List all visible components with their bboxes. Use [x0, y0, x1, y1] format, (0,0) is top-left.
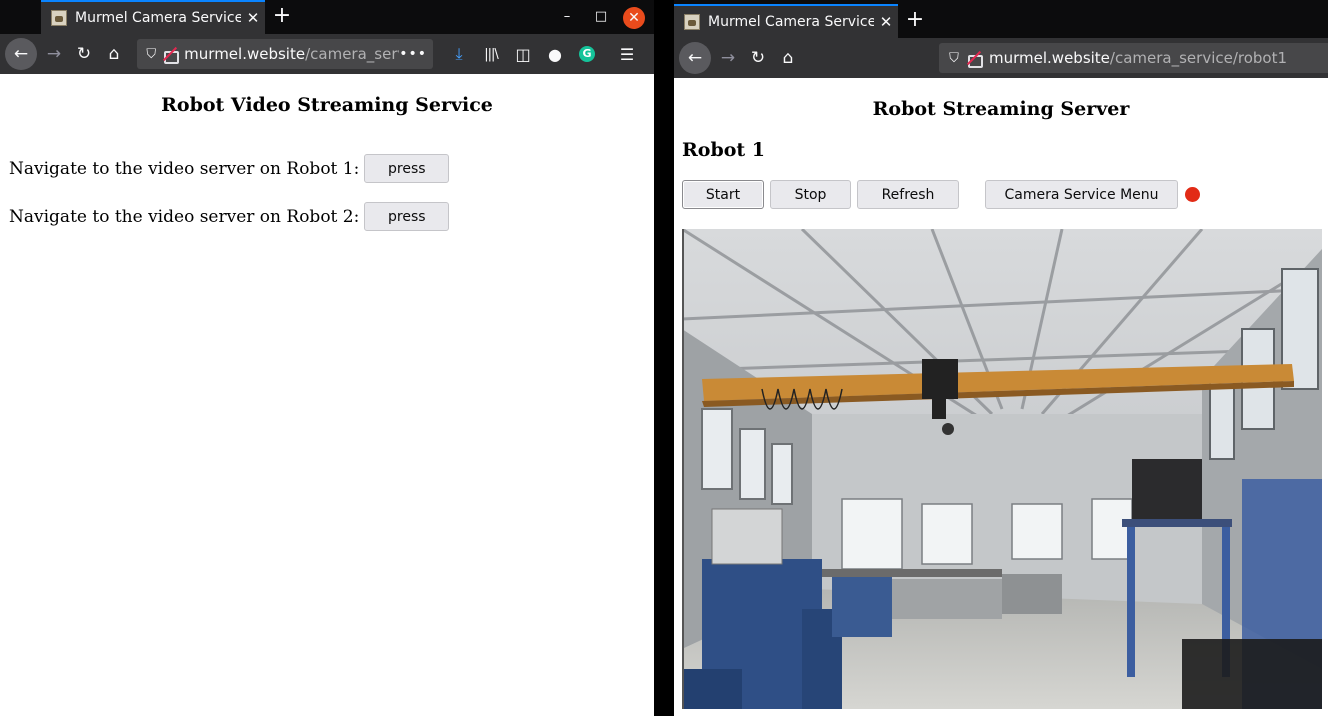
robot-1-link-label: Navigate to the video server on Robot 1:	[9, 158, 360, 179]
page-title: Robot Video Streaming Service	[161, 94, 493, 116]
new-tab-button[interactable]: +	[902, 8, 928, 34]
robot-heading: Robot 1	[682, 139, 766, 161]
back-arrow-icon[interactable]: ←	[679, 42, 711, 74]
stream-controls: Start Stop Refresh Camera Service Menu	[682, 180, 1200, 209]
close-tab-icon[interactable]: ✕	[874, 13, 898, 31]
reload-icon[interactable]: ↻	[743, 43, 773, 73]
download-icon[interactable]: ⤓	[443, 38, 475, 70]
robot-2-link-row: Navigate to the video server on Robot 2:…	[9, 202, 450, 231]
page-content: Robot Video Streaming Service Navigate t…	[0, 74, 654, 716]
close-tab-icon[interactable]: ✕	[241, 9, 265, 27]
tracking-shield-icon[interactable]: ⛉	[943, 51, 965, 66]
robot-1-link-row: Navigate to the video server on Robot 1:…	[9, 154, 450, 183]
sidebar-icon[interactable]: ◫	[507, 38, 539, 70]
url-host: murmel.website	[989, 49, 1110, 67]
browser-window-2: Murmel Camera Service ✕ + ← → ↻ ⌂ ⛉ murm…	[674, 0, 1328, 716]
start-button[interactable]: Start	[682, 180, 764, 209]
account-icon[interactable]: ●	[539, 38, 571, 70]
forward-arrow-icon[interactable]: →	[713, 43, 743, 73]
forward-arrow-icon[interactable]: →	[39, 39, 69, 69]
minimize-icon[interactable]: –	[555, 5, 579, 29]
site-favicon-icon	[684, 14, 700, 30]
home-icon[interactable]: ⌂	[99, 39, 129, 69]
reload-icon[interactable]: ↻	[69, 39, 99, 69]
grammarly-extension-button[interactable]: G	[571, 38, 603, 70]
factory-hall-image	[682, 229, 1322, 709]
insecure-lock-icon[interactable]	[965, 49, 983, 68]
stop-button[interactable]: Stop	[770, 180, 851, 209]
page-actions-icon[interactable]: •••	[399, 46, 427, 62]
tab-title: Murmel Camera Service	[708, 14, 874, 30]
robot-1-press-button[interactable]: press	[364, 154, 450, 183]
url-bar[interactable]: ⛉ murmel.website/camera_serv •••	[137, 39, 433, 69]
grammarly-icon: G	[579, 46, 595, 62]
page-title: Robot Streaming Server	[872, 98, 1130, 120]
url-path: /camera_service/robot1	[1109, 49, 1288, 67]
close-window-icon[interactable]: ✕	[623, 7, 645, 29]
nav-toolbar: ← → ↻ ⌂ ⛉ murmel.website/camera_service/…	[674, 38, 1328, 78]
tab-murmel-camera-service[interactable]: Murmel Camera Service ✕	[674, 4, 898, 38]
tab-murmel-camera-service[interactable]: Murmel Camera Service ✕	[41, 0, 265, 34]
recording-indicator-icon	[1185, 187, 1200, 202]
hamburger-menu-icon[interactable]: ☰	[611, 38, 643, 70]
insecure-lock-icon[interactable]	[161, 45, 180, 64]
url-path: /camera_serv	[305, 45, 400, 63]
nav-toolbar: ← → ↻ ⌂ ⛉ murmel.website/camera_serv •••…	[0, 34, 654, 74]
maximize-icon[interactable]: □	[589, 5, 613, 29]
url-host: murmel.website	[184, 45, 306, 63]
robot-2-link-label: Navigate to the video server on Robot 2:	[9, 206, 360, 227]
browser-window-1: Murmel Camera Service ✕ + – □ ✕ ← → ↻ ⌂ …	[0, 0, 654, 716]
refresh-button[interactable]: Refresh	[857, 180, 959, 209]
home-icon[interactable]: ⌂	[773, 43, 803, 73]
tab-bar: Murmel Camera Service ✕ +	[674, 0, 1328, 38]
new-tab-button[interactable]: +	[269, 4, 295, 30]
url-bar[interactable]: ⛉ murmel.website/camera_service/robot1	[939, 43, 1328, 73]
tab-bar: Murmel Camera Service ✕ + – □ ✕	[0, 0, 654, 34]
back-arrow-icon[interactable]: ←	[5, 38, 37, 70]
robot-2-press-button[interactable]: press	[364, 202, 450, 231]
site-favicon-icon	[51, 10, 67, 26]
page-content: Robot Streaming Server Robot 1 Start Sto…	[674, 78, 1328, 716]
tracking-shield-icon[interactable]: ⛉	[141, 47, 161, 62]
camera-video-stream	[682, 229, 1322, 709]
camera-service-menu-button[interactable]: Camera Service Menu	[985, 180, 1178, 209]
tab-title: Murmel Camera Service	[75, 10, 241, 26]
library-icon[interactable]: |||\	[475, 38, 507, 70]
